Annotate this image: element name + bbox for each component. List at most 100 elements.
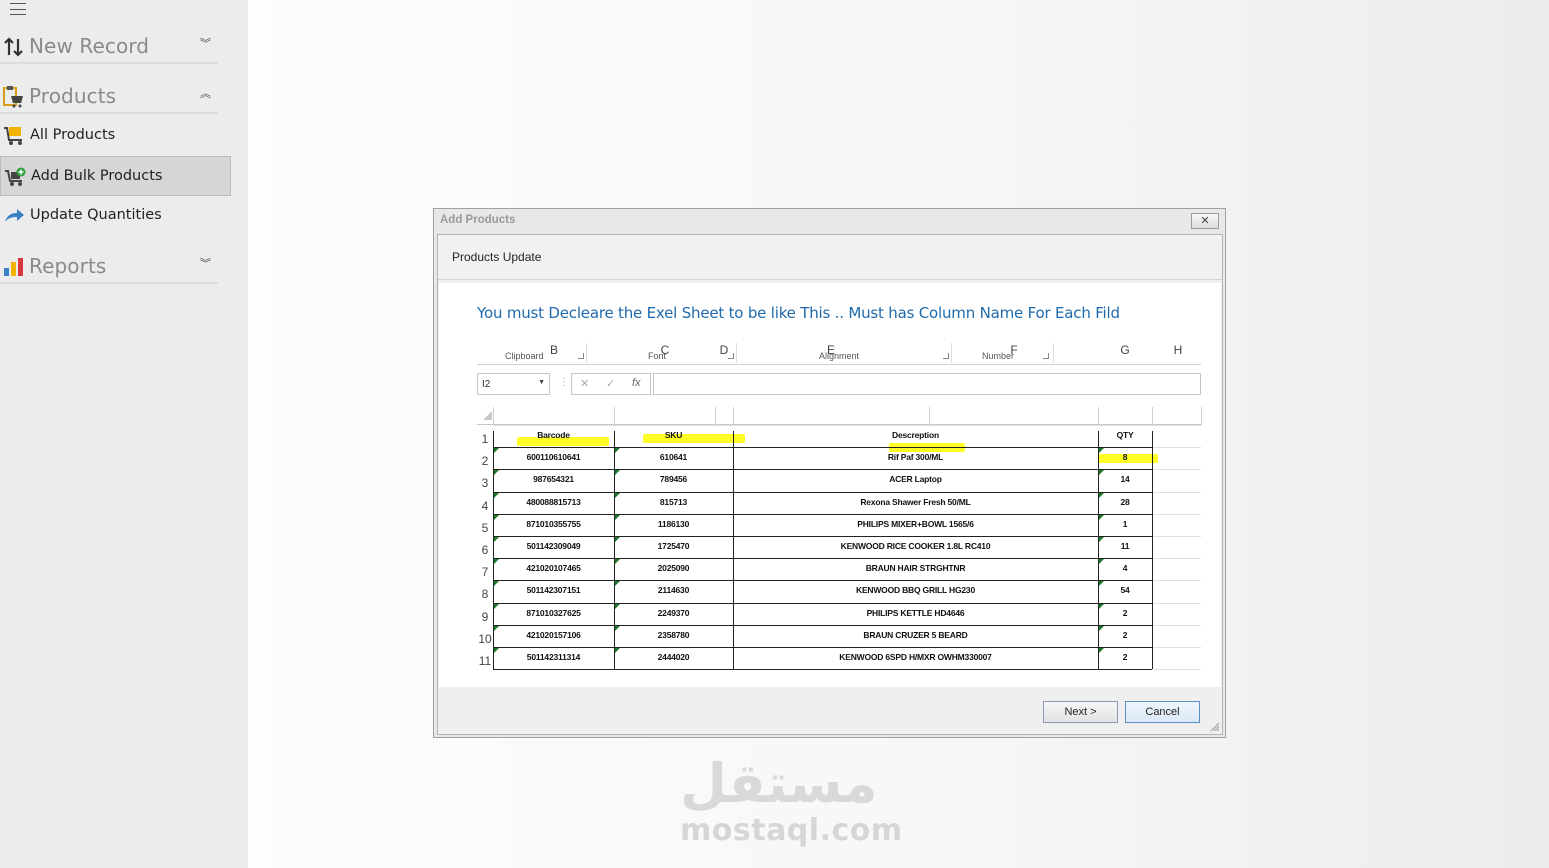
- cart-icon: [4, 127, 22, 145]
- table-cell: 2358780: [657, 629, 690, 640]
- row-number: 6: [481, 543, 489, 557]
- table-cell: 2444020: [657, 652, 690, 662]
- group-reports[interactable]: Reports ︾: [0, 250, 218, 284]
- hamburger-menu-icon[interactable]: [10, 3, 26, 15]
- insert-function-icon: fx: [632, 377, 641, 389]
- table-border: [493, 447, 1152, 449]
- table-cell: KENWOOD BBQ GRILL HG230: [856, 585, 975, 596]
- chevron-down-icon[interactable]: ︾: [200, 258, 211, 269]
- cancel-button[interactable]: Cancel: [1125, 701, 1200, 723]
- table-cell: 14: [1120, 474, 1130, 485]
- up-down-arrows-icon: [4, 37, 23, 57]
- ribbon-clipboard-label: Clipboard: [505, 351, 544, 361]
- error-indicator-icon: [494, 537, 499, 542]
- table-border: [493, 536, 1152, 537]
- row-number: 9: [481, 609, 489, 624]
- table-border: [493, 513, 1152, 515]
- chevron-down-icon[interactable]: ︾: [200, 38, 211, 49]
- error-indicator-icon: [615, 448, 620, 454]
- table-border: [733, 431, 734, 670]
- column-letter-g: G: [1120, 343, 1130, 357]
- table-cell: Rexona Shawer Fresh 50/ML: [860, 496, 971, 507]
- column-letter-e: E: [826, 343, 835, 357]
- table-border: [493, 491, 1152, 493]
- error-indicator-icon: [494, 581, 499, 587]
- ribbon-group-labels: Clipboard Font Alignment Number: [477, 341, 1201, 365]
- table-cell: 2: [1122, 607, 1128, 618]
- chevron-up-icon[interactable]: ︽: [200, 88, 211, 99]
- table-cell: 987654321: [533, 474, 574, 485]
- next-button[interactable]: Next >: [1043, 701, 1118, 723]
- row-number: 8: [481, 587, 489, 602]
- watermark-latin: mostaql.com: [680, 813, 903, 848]
- sidebar-item-add-bulk-products[interactable]: Add Bulk Products: [0, 156, 231, 196]
- table-cell: 54: [1120, 585, 1130, 596]
- bar-chart-icon: [4, 258, 23, 276]
- row-number: 3: [481, 476, 489, 491]
- error-indicator-icon: [1099, 625, 1104, 631]
- table-border: [493, 602, 1152, 604]
- table-cell: 501142309049: [526, 541, 581, 551]
- column-letter-c: C: [660, 343, 670, 357]
- excel-sample-image: Clipboard Font Alignment Number I2 ▼ ⋮ ✕…: [477, 341, 1202, 671]
- table-cell: 1186130: [657, 518, 690, 529]
- table-border: [493, 431, 494, 670]
- sidebar-item-all-products[interactable]: All Products: [0, 116, 231, 156]
- error-indicator-icon: [1099, 559, 1104, 565]
- table-cell: PHILIPS KETTLE HD4646: [866, 607, 965, 618]
- table-border: [493, 469, 1152, 471]
- instruction-text: You must Decleare the Exel Sheet to be l…: [477, 304, 1120, 322]
- error-indicator-icon: [494, 470, 499, 476]
- column-divider: [614, 407, 615, 425]
- group-products[interactable]: Products ︽: [0, 80, 218, 114]
- table-cell: 11: [1120, 541, 1130, 551]
- error-indicator-icon: [1099, 603, 1104, 609]
- error-indicator-icon: [494, 648, 499, 653]
- table-border: [1098, 431, 1099, 670]
- table-cell: 871010355755: [526, 518, 581, 529]
- ribbon-separator: [951, 343, 952, 363]
- column-divider: [733, 407, 734, 425]
- share-arrow-icon: [5, 209, 24, 222]
- error-indicator-icon: [615, 537, 620, 542]
- row-number: 10: [478, 631, 492, 646]
- column-divider: [1201, 407, 1202, 425]
- sidebar-item-update-quantities[interactable]: Update Quantities: [0, 196, 231, 236]
- select-all-corner-icon: [483, 411, 492, 420]
- table-cell: 789456: [659, 474, 688, 485]
- cart-add-icon: [5, 167, 26, 186]
- error-indicator-icon: [615, 648, 620, 653]
- error-indicator-icon: [1099, 470, 1104, 476]
- error-indicator-icon: [615, 492, 620, 498]
- row-number: 11: [478, 654, 492, 668]
- table-cell: BRAUN CRUZER 5 BEARD: [863, 629, 968, 640]
- group-label: Reports: [29, 254, 107, 278]
- sidebar-item-label: All Products: [30, 127, 116, 143]
- error-indicator-icon: [494, 492, 499, 498]
- dialog-launcher-icon: [1043, 353, 1049, 359]
- dropdown-arrow-icon: ▼: [538, 379, 545, 386]
- column-letter-b: B: [549, 343, 558, 357]
- error-indicator-icon: [1099, 537, 1104, 542]
- row-number: 5: [481, 520, 489, 535]
- close-button[interactable]: ✕: [1191, 213, 1219, 229]
- table-cell: Rif Paf 300/ML: [887, 452, 944, 463]
- table-cell: 2114630: [657, 585, 690, 596]
- error-indicator-icon: [494, 514, 499, 520]
- column-letter-d: D: [719, 343, 729, 357]
- header-cell: Barcode: [537, 430, 570, 440]
- column-divider: [715, 407, 716, 425]
- resize-grip-icon[interactable]: [1210, 722, 1220, 732]
- table-cell: 421020157106: [526, 629, 581, 640]
- table-cell: 2025090: [657, 563, 690, 574]
- table-cell: 2249370: [657, 607, 690, 618]
- group-new-record[interactable]: New Record ︾: [0, 30, 218, 64]
- error-indicator-icon: [1099, 648, 1104, 653]
- table-cell: BRAUN HAIR STRGHTNR: [865, 563, 966, 574]
- table-cell: 1: [1122, 518, 1128, 529]
- error-indicator-icon: [1099, 448, 1104, 454]
- sidebar: New Record ︾ Products ︽ All Products Add…: [0, 0, 248, 868]
- cancel-entry-icon: ✕: [580, 378, 590, 390]
- row-number: 7: [481, 565, 489, 580]
- sidebar-item-label: Add Bulk Products: [31, 168, 163, 184]
